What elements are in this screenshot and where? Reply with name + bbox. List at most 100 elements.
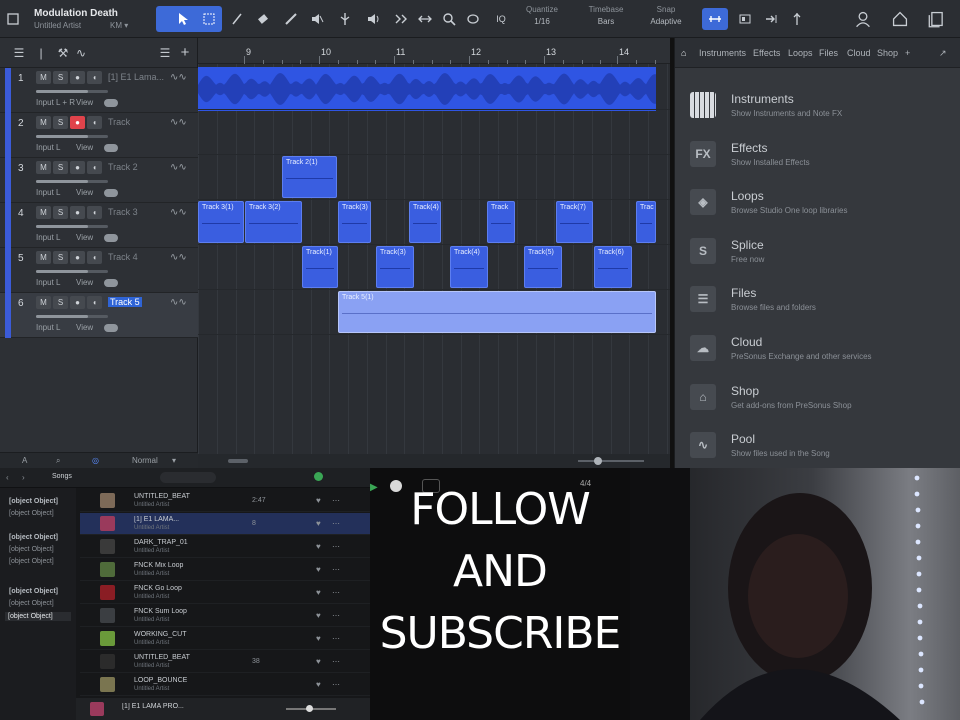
- eraser-tool-icon[interactable]: [252, 8, 274, 30]
- track-row[interactable]: 2 M S ● ◖ Track ∿∿ Input L View: [0, 113, 198, 158]
- volume-fader[interactable]: [36, 315, 108, 318]
- split-tool-icon[interactable]: [226, 8, 248, 30]
- horizontal-scrollbar[interactable]: [198, 454, 670, 468]
- autoscroll-icon[interactable]: [786, 8, 808, 30]
- list-item[interactable]: UNTITLED_BEAT Untitled Artist 38 ♥ ⋯: [80, 651, 370, 673]
- automation-icon[interactable]: ∿: [74, 46, 88, 60]
- pages-icon[interactable]: [924, 6, 950, 32]
- audio-clip-track-1[interactable]: [198, 67, 656, 111]
- browser-item-effects[interactable]: FX Effects Show Installed Effects: [675, 131, 960, 179]
- midi-clip[interactable]: Track(6): [594, 246, 632, 288]
- midi-clip[interactable]: Track(4): [450, 246, 488, 288]
- sidebar-item[interactable]: [object Object]: [9, 510, 54, 517]
- view-toggle[interactable]: View: [76, 143, 102, 153]
- midi-clip[interactable]: Track(3): [338, 201, 371, 243]
- volume-fader[interactable]: [36, 270, 108, 273]
- browser-item-pool[interactable]: ∿ Pool Show files used in the Song: [675, 422, 960, 470]
- list-item[interactable]: [1] E1 LAMA... Untitled Artist 8 ♥ ⋯: [80, 513, 370, 535]
- browser-tab-files[interactable]: Files: [819, 48, 838, 58]
- forward-icon[interactable]: ›: [22, 473, 25, 482]
- bend-tool-icon[interactable]: [334, 8, 356, 30]
- midi-clip[interactable]: Trac: [636, 201, 656, 243]
- record-arm-button[interactable]: ●: [70, 116, 85, 129]
- mute-button[interactable]: M: [36, 251, 51, 264]
- solo-button[interactable]: S: [53, 251, 68, 264]
- more-icon[interactable]: ⋯: [332, 680, 340, 689]
- midi-clip[interactable]: Track 3(1): [198, 201, 244, 243]
- song-key[interactable]: KM ▾: [110, 21, 128, 30]
- track-row[interactable]: 1 M S ● ◖ [1] E1 Lama... ∿∿ Input L + R View: [0, 68, 198, 113]
- list-icon[interactable]: ☰: [158, 46, 172, 60]
- comp-icon[interactable]: [734, 8, 756, 30]
- home-icon[interactable]: [887, 6, 913, 32]
- quantize-selector[interactable]: Quantize 1/16: [514, 5, 570, 33]
- mute-button[interactable]: M: [36, 296, 51, 309]
- listen-tool-icon[interactable]: [362, 8, 384, 30]
- midi-clip[interactable]: Track(1): [302, 246, 338, 288]
- track-mode-select[interactable]: Normal: [132, 456, 158, 465]
- snap-toggle-button[interactable]: [702, 8, 728, 30]
- mute-button[interactable]: M: [36, 161, 51, 174]
- record-arm-button[interactable]: ●: [70, 251, 85, 264]
- snap-selector[interactable]: Snap Adaptive: [638, 5, 694, 33]
- browser-tab-loops[interactable]: Loops: [788, 48, 813, 58]
- view-toggle[interactable]: View: [76, 188, 102, 198]
- monitor-button[interactable]: ◖: [87, 206, 102, 219]
- popout-icon[interactable]: ↗: [939, 48, 947, 59]
- volume-handle[interactable]: [306, 705, 313, 712]
- browser-tab-cloud[interactable]: Cloud: [847, 48, 871, 58]
- heart-icon[interactable]: ♥: [316, 542, 321, 551]
- volume-fader[interactable]: [36, 180, 108, 183]
- chevron-down-icon[interactable]: ▾: [172, 456, 176, 465]
- input-selector[interactable]: Input L + R: [36, 98, 75, 107]
- list-item[interactable]: DARK_TRAP_01 Untitled Artist ♥ ⋯: [80, 536, 370, 558]
- solo-button[interactable]: S: [53, 116, 68, 129]
- paint-tool-icon[interactable]: [280, 8, 302, 30]
- midi-clip[interactable]: Track(7): [556, 201, 593, 243]
- heart-icon[interactable]: ♥: [316, 565, 321, 574]
- song-info[interactable]: Modulation Death Untitled Artist KM ▾: [22, 6, 134, 32]
- midi-clip[interactable]: Track: [487, 201, 515, 243]
- view-toggle[interactable]: View: [76, 233, 102, 243]
- zoom-slider-handle[interactable]: [594, 457, 602, 465]
- monitor-button[interactable]: ◖: [87, 161, 102, 174]
- arrange-view[interactable]: 9 10 11 12 13 14 Track 2(1) Track 3(1) Track 3(…: [198, 38, 670, 468]
- input-selector[interactable]: Input L: [36, 233, 60, 242]
- midi-clip[interactable]: Track 3(2): [245, 201, 302, 243]
- view-toggle[interactable]: View: [76, 278, 102, 288]
- arrow-tool-icon[interactable]: [172, 8, 194, 30]
- monitor-button[interactable]: ◖: [87, 296, 102, 309]
- solo-button[interactable]: S: [53, 206, 68, 219]
- solo-button[interactable]: S: [53, 161, 68, 174]
- solo-button[interactable]: S: [53, 71, 68, 84]
- list-item[interactable]: FNCK Mix Loop Untitled Artist ♥ ⋯: [80, 559, 370, 581]
- record-arm-button[interactable]: ●: [70, 71, 85, 84]
- more-icon[interactable]: ⋯: [332, 519, 340, 528]
- more-icon[interactable]: ⋯: [332, 588, 340, 597]
- home-tab-icon[interactable]: ⌂: [681, 48, 686, 58]
- input-selector[interactable]: Input L: [36, 323, 60, 332]
- track-name[interactable]: Track 3: [108, 207, 168, 217]
- sidebar-item[interactable]: [object Object]: [9, 546, 54, 553]
- toggle-switch[interactable]: [104, 279, 118, 287]
- volume-fader[interactable]: [36, 135, 108, 138]
- browser-tab-instruments[interactable]: Instruments: [699, 48, 746, 58]
- midi-clip[interactable]: Track 5(1): [338, 291, 656, 333]
- browser-item-loops[interactable]: ◈ Loops Browse Studio One loop libraries: [675, 179, 960, 227]
- menu-icon[interactable]: ☰: [12, 46, 26, 60]
- volume-fader[interactable]: [36, 225, 108, 228]
- record-arm-button[interactable]: ●: [70, 161, 85, 174]
- transpose-icon[interactable]: [390, 8, 412, 30]
- volume-fader[interactable]: [36, 90, 108, 93]
- add-tab-icon[interactable]: +: [905, 48, 910, 58]
- mute-tool-icon[interactable]: [306, 8, 328, 30]
- toggle-switch[interactable]: [104, 324, 118, 332]
- heart-icon[interactable]: ♥: [316, 496, 321, 505]
- more-icon[interactable]: ⋯: [332, 657, 340, 666]
- music-library-tab[interactable]: Songs: [52, 473, 72, 480]
- more-icon[interactable]: ⋯: [332, 634, 340, 643]
- scroll-thumb[interactable]: [228, 459, 248, 463]
- heart-icon[interactable]: ♥: [316, 680, 321, 689]
- input-selector[interactable]: Input L: [36, 188, 60, 197]
- track-row[interactable]: 5 M S ● ◖ Track 4 ∿∿ Input L View: [0, 248, 198, 293]
